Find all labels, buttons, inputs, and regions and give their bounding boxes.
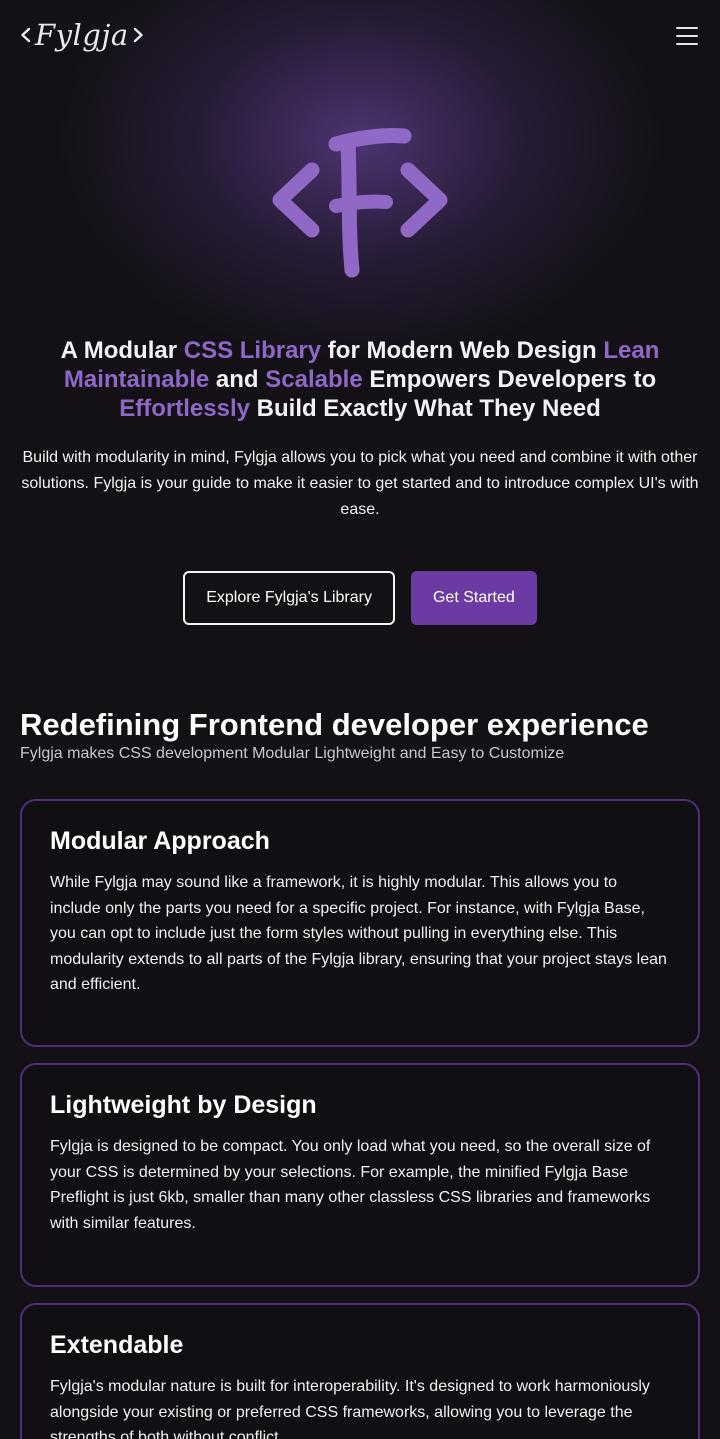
feature-card-title: Extendable — [50, 1331, 184, 1359]
feature-card-body: Fylgja is designed to be compact. You on… — [50, 1138, 651, 1232]
fylgja-f-icon — [272, 128, 448, 278]
hero-title-text: A Modular — [60, 337, 184, 364]
feature-card: Modular Approach While Fylgja may sound … — [20, 799, 700, 1047]
hamburger-menu-icon[interactable] — [676, 27, 698, 45]
feature-card-body: Fylgja's modular nature is built for int… — [50, 1378, 650, 1439]
explore-library-button[interactable]: Explore Fylgja's Library — [183, 571, 395, 625]
get-started-button[interactable]: Get Started — [410, 571, 537, 625]
site-logo[interactable]: Fylgja — [20, 18, 144, 52]
hero-title-text: Empowers Developers to — [362, 366, 657, 393]
feature-card-title: Lightweight by Design — [50, 1091, 317, 1119]
hero-title-highlight: Effortlessly — [119, 395, 250, 422]
feature-card-body: While Fylgja may sound like a framework,… — [50, 874, 667, 993]
feature-card: Extendable Fylgja's modular nature is bu… — [20, 1303, 700, 1439]
hero-title-text: and — [209, 366, 266, 393]
chevron-left-icon — [21, 27, 31, 43]
hero-logo-mark — [0, 122, 720, 282]
chevron-right-icon — [133, 27, 143, 43]
hero-title-highlight: Scalable — [265, 366, 363, 393]
feature-cards: Modular Approach While Fylgja may sound … — [0, 799, 720, 1439]
hero-description: Build with modularity in mind, Fylgja al… — [21, 449, 699, 518]
logo-wordmark: Fylgja — [35, 18, 129, 52]
site-header: Fylgja — [0, 0, 720, 72]
hero-title: A Modular CSS Library for Modern Web Des… — [50, 336, 670, 423]
features-subtitle: Fylgja makes CSS development Modular Lig… — [20, 745, 565, 762]
hero-title-text: Build Exactly What They Need — [249, 395, 601, 422]
feature-card-title: Modular Approach — [50, 827, 270, 855]
hero-title-highlight: CSS Library — [183, 337, 322, 364]
hero-title-text: for Modern Web Design — [321, 337, 604, 364]
features-title: Redefining Frontend developer experience — [20, 707, 649, 742]
feature-card: Lightweight by Design Fylgja is designed… — [20, 1063, 700, 1287]
hero-actions: Explore Fylgja's Library Get Started — [0, 571, 720, 625]
